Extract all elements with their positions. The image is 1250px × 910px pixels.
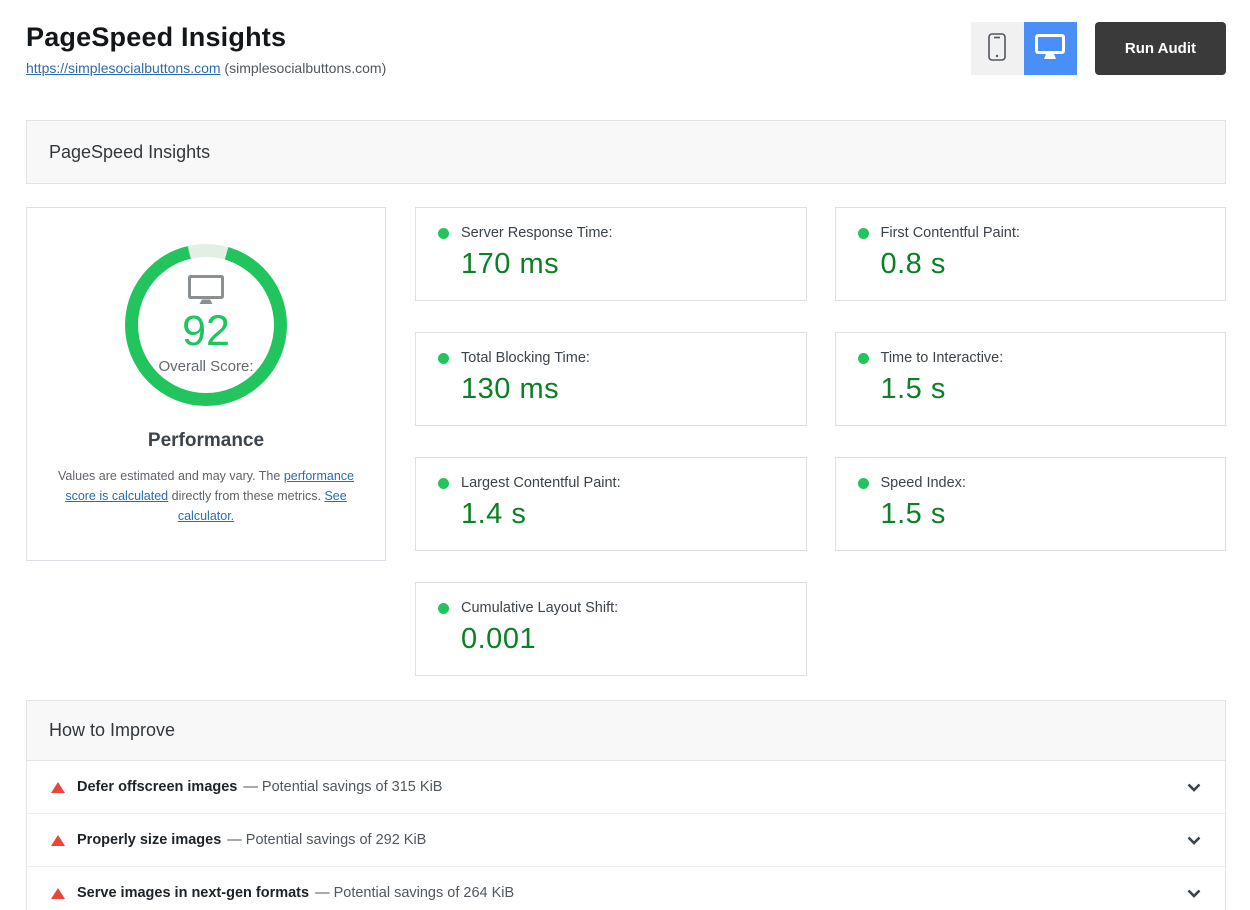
metrics-grid: Server Response Time: 170 ms First Conte… — [415, 207, 1226, 676]
metric-card-speed-index: Speed Index: 1.5 s — [834, 457, 1226, 551]
smartphone-icon — [985, 32, 1009, 65]
results-panel-title: PageSpeed Insights — [49, 141, 211, 162]
metric-card-cumulative-layout-shift: Cumulative Layout Shift: 0.001 — [415, 582, 807, 676]
green-dot-icon — [857, 352, 869, 364]
green-dot-icon — [857, 227, 869, 239]
green-dot-icon — [438, 602, 449, 614]
overall-score-label: Overall Score: — [158, 357, 254, 375]
monitor-icon — [1035, 34, 1066, 63]
chevron-down-icon[interactable] — [1187, 889, 1201, 898]
disclaimer-text: directly from these metrics. — [168, 489, 325, 503]
metric-card-server-response-time: Server Response Time: 170 ms — [415, 207, 807, 301]
triangle-warning-icon — [51, 834, 65, 846]
improve-row-detail: — Potential savings of 292 KiB — [227, 832, 427, 848]
improve-panel-title: How to Improve — [49, 720, 176, 740]
improve-row-title: Defer offscreen images — [77, 779, 238, 795]
metric-value: 170 ms — [461, 248, 560, 280]
metric-card-largest-contentful-paint: Largest Contentful Paint: 1.4 s — [415, 457, 807, 551]
top-header: PageSpeed Insights https://simplesocialb… — [26, 0, 1226, 76]
metric-value: 130 ms — [461, 373, 560, 405]
improve-row-properly-size-images[interactable]: Properly size images — Potential savings… — [27, 814, 1225, 867]
mobile-toggle-button[interactable] — [970, 22, 1024, 75]
category-title: Performance — [147, 430, 265, 451]
run-audit-button[interactable]: Run Audit — [1094, 22, 1226, 75]
audited-domain: (simplesocialbuttons.com) — [224, 60, 387, 76]
score-card: 92 Overall Score: Performance Values are… — [26, 207, 386, 561]
title-block: PageSpeed Insights https://simplesocialb… — [26, 22, 386, 76]
chevron-down-icon[interactable] — [1187, 783, 1201, 792]
score-gauge-inner: 92 Overall Score: — [138, 257, 274, 393]
monitor-icon — [188, 275, 224, 305]
score-disclaimer: Values are estimated and may vary. The p… — [58, 466, 354, 526]
metric-value: 0.8 s — [880, 248, 946, 280]
metric-label: Server Response Time: — [461, 225, 613, 241]
metric-label: Cumulative Layout Shift: — [461, 600, 619, 616]
improve-row-detail: — Potential savings of 315 KiB — [243, 779, 443, 795]
metric-value: 1.4 s — [461, 498, 527, 530]
metric-label: Time to Interactive: — [880, 350, 1004, 366]
improve-row-next-gen-formats[interactable]: Serve images in next-gen formats — Poten… — [27, 867, 1225, 910]
metric-value: 1.5 s — [880, 498, 946, 530]
green-dot-icon — [857, 477, 869, 489]
green-dot-icon — [438, 352, 449, 364]
audited-url-line: https://simplesocialbuttons.com (simples… — [26, 60, 386, 76]
triangle-warning-icon — [51, 887, 65, 899]
device-toggle — [970, 22, 1077, 75]
audited-url-link[interactable]: https://simplesocialbuttons.com — [26, 60, 221, 76]
results-panel-header: PageSpeed Insights — [26, 120, 1226, 184]
improve-panel: How to Improve Defer offscreen images — … — [26, 700, 1226, 910]
desktop-toggle-button[interactable] — [1023, 22, 1077, 75]
pagespeed-insights-page: PageSpeed Insights https://simplesocialb… — [0, 0, 1250, 910]
improve-row-defer-offscreen-images[interactable]: Defer offscreen images — Potential savin… — [27, 761, 1225, 814]
score-gauge: 92 Overall Score: — [125, 244, 287, 406]
metric-value: 0.001 — [461, 623, 537, 655]
metric-label: Speed Index: — [880, 475, 966, 491]
improve-row-title: Properly size images — [77, 832, 222, 848]
improve-row-title: Serve images in next-gen formats — [77, 885, 310, 901]
metric-label: First Contentful Paint: — [880, 225, 1020, 241]
improve-row-detail: — Potential savings of 264 KiB — [315, 885, 515, 901]
overall-score-value: 92 — [182, 307, 230, 356]
metric-label: Largest Contentful Paint: — [461, 475, 621, 491]
metric-card-first-contentful-paint: First Contentful Paint: 0.8 s — [834, 207, 1226, 301]
metric-card-time-to-interactive: Time to Interactive: 1.5 s — [834, 332, 1226, 426]
green-dot-icon — [438, 227, 449, 239]
header-controls: Run Audit — [970, 22, 1226, 75]
green-dot-icon — [438, 477, 449, 489]
metric-card-total-blocking-time: Total Blocking Time: 130 ms — [415, 332, 807, 426]
chevron-down-icon[interactable] — [1187, 836, 1201, 845]
results-row: 92 Overall Score: Performance Values are… — [26, 207, 1226, 676]
disclaimer-text: Values are estimated and may vary. The — [58, 469, 284, 483]
metric-label: Total Blocking Time: — [461, 350, 590, 366]
improve-panel-header: How to Improve — [27, 701, 1225, 761]
metric-value: 1.5 s — [880, 373, 946, 405]
triangle-warning-icon — [51, 781, 65, 793]
page-title: PageSpeed Insights — [26, 22, 287, 52]
